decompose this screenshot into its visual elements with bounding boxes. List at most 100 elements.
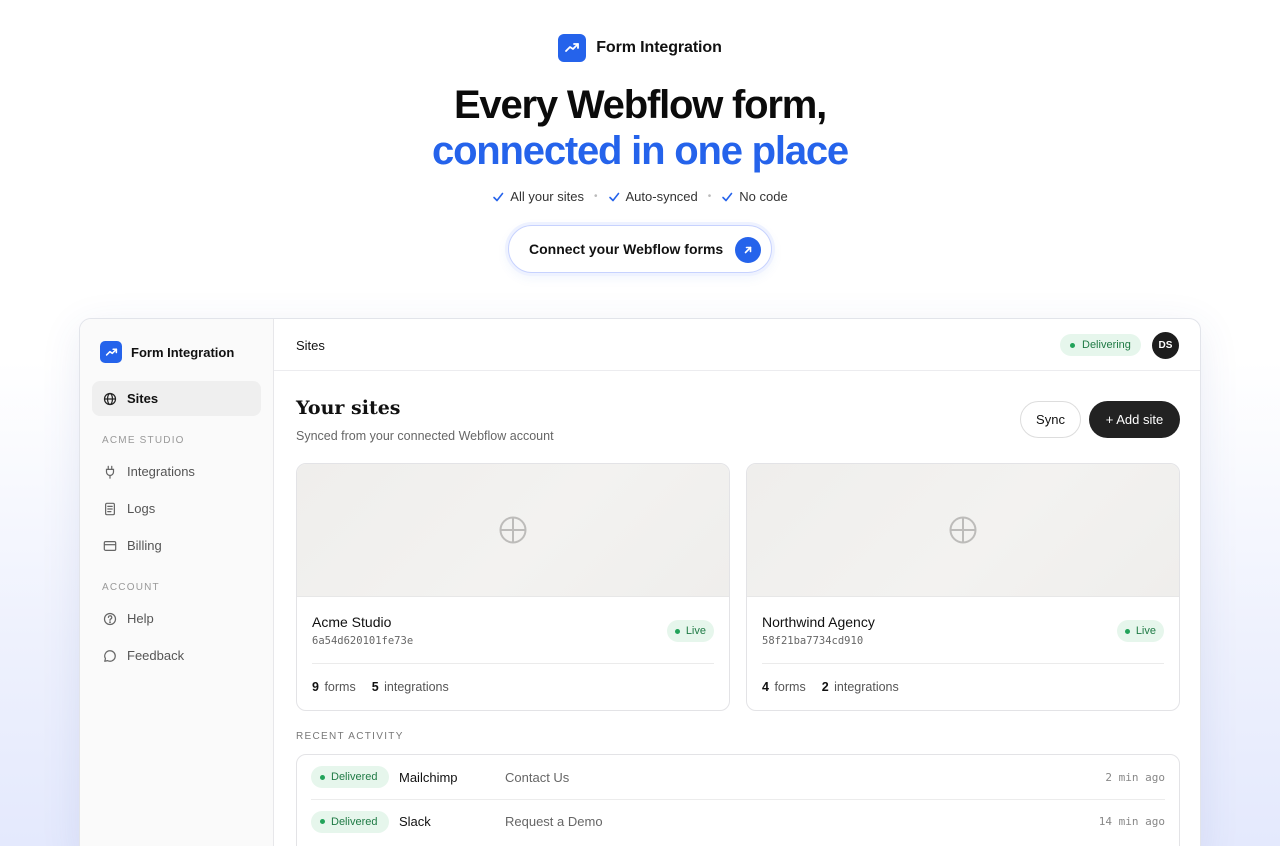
forms-label: forms [324,680,356,694]
integrations-count: 2 [821,680,829,694]
feature-check: No code [721,189,788,204]
sidebar-item-integrations[interactable]: Integrations [92,454,261,489]
hero-title: Every Webflow form, connected in one pla… [0,82,1280,174]
feature-check: All your sites [492,189,584,204]
sidebar-item-label: Help [127,611,154,626]
activity-time: 2 min ago [1105,770,1165,784]
sidebar-item-label: Feedback [127,648,185,663]
sync-button[interactable]: Sync [1020,401,1081,438]
check-icon [493,192,504,201]
site-thumbnail [297,464,729,597]
app-window: Form Integration Sites ACME STUDIO Integ… [79,318,1201,846]
site-card[interactable]: Acme Studio 6a54d620101fe73e Live 9 form… [296,463,730,711]
site-stats: 4 forms 2 integrations [762,680,899,694]
recent-activity-heading: RECENT ACTIVITY [296,731,404,742]
activity-form: Request a Demo [505,814,603,829]
sidebar-item-logs[interactable]: Logs [92,491,261,526]
check-icon [608,192,619,201]
feature-check-label: Auto-synced [625,189,698,204]
divider [762,663,1164,664]
sidebar-section-account: ACCOUNT [102,582,160,593]
sidebar-brand-name: Form Integration [131,344,235,360]
forms-stat: 4 forms [762,680,806,694]
add-site-button[interactable]: + Add site [1089,401,1180,438]
integrations-label: integrations [384,680,449,694]
status-badge-label: Live [685,625,706,637]
status-dot-icon [320,774,325,780]
globe-placeholder-icon [499,516,527,544]
trending-up-logo-icon [558,34,587,62]
status-dot-icon [1070,342,1075,348]
activity-row[interactable]: Delivered Mailchimp Contact Us 2 min ago [311,755,1165,799]
sidebar-item-label: Billing [127,538,162,553]
sidebar-section-workspace: ACME STUDIO [102,435,185,446]
integrations-count: 5 [371,680,379,694]
main-content: Sites Delivering DS Your sites Synced fr… [274,319,1200,846]
sidebar-item-label: Logs [127,501,156,516]
integrations-stat: 2 integrations [822,680,899,694]
help-circle-icon [103,612,117,625]
forms-count: 9 [312,680,319,694]
page-title: Your sites [296,397,401,419]
site-name: Northwind Agency [762,614,875,630]
site-thumbnail [747,464,1179,597]
sidebar-item-label: Sites [127,391,159,406]
plug-icon [105,465,115,479]
recent-activity-list: Delivered Mailchimp Contact Us 2 min ago… [296,754,1180,846]
separator-dot: • [707,191,712,202]
connect-forms-button[interactable]: Connect your Webflow forms [508,225,772,273]
sidebar-item-label: Integrations [127,464,195,479]
status-badge-label: Delivered [331,815,378,828]
document-icon [105,502,115,515]
site-name: Acme Studio [312,614,392,630]
topbar: Sites Delivering DS [274,319,1200,371]
hero-brand: Form Integration [0,34,1280,62]
delivered-status-badge: Delivered [311,810,389,833]
hero-title-line2: connected in one place [432,129,849,173]
arrow-up-right-icon [735,237,761,263]
site-card[interactable]: Northwind Agency 58f21ba7734cd910 Live 4… [746,463,1180,711]
sidebar-item-feedback[interactable]: Feedback [92,638,261,673]
check-icon [722,192,733,201]
hero-title-line1: Every Webflow form, [453,83,827,127]
status-dot-icon [1124,628,1130,634]
sidebar-item-billing[interactable]: Billing [92,528,261,563]
globe-placeholder-icon [949,516,977,544]
activity-row[interactable]: Delivered Slack Request a Demo 14 min ag… [311,799,1165,843]
live-status-badge: Live [666,620,714,642]
sidebar: Form Integration Sites ACME STUDIO Integ… [80,319,274,846]
globe-icon [103,392,117,405]
breadcrumb[interactable]: Sites [296,338,325,353]
status-dot-icon [320,819,325,824]
forms-stat: 9 forms [312,680,356,694]
trending-up-logo-icon [100,341,122,363]
feature-check: Auto-synced [608,189,698,204]
activity-form: Contact Us [505,769,570,785]
site-id: 58f21ba7734cd910 [762,635,864,647]
activity-service: Mailchimp [399,769,458,785]
forms-count: 4 [762,680,769,694]
status-badge-label: Delivering [1082,339,1131,351]
integrations-label: integrations [834,680,899,694]
sidebar-item-sites[interactable]: Sites [92,381,261,416]
feature-checks: All your sites • Auto-synced • No code [0,189,1280,204]
delivered-status-badge: Delivered [311,766,389,788]
status-dot-icon [674,628,680,634]
message-circle-icon [104,649,116,662]
feature-check-label: No code [739,189,788,204]
integrations-stat: 5 integrations [372,680,449,694]
feature-check-label: All your sites [510,189,584,204]
credit-card-icon [103,540,117,551]
live-status-badge: Live [1116,620,1164,642]
site-id: 6a54d620101fe73e [312,635,414,647]
separator-dot: • [593,191,598,202]
avatar[interactable]: DS [1152,332,1179,359]
activity-time: 14 min ago [1098,815,1165,828]
forms-label: forms [774,680,806,694]
sidebar-item-help[interactable]: Help [92,601,261,636]
hero-brand-name: Form Integration [596,39,722,56]
sidebar-brand[interactable]: Form Integration [100,341,234,363]
divider [312,663,714,664]
delivering-status-badge: Delivering [1060,334,1141,356]
connect-forms-label: Connect your Webflow forms [529,241,724,257]
